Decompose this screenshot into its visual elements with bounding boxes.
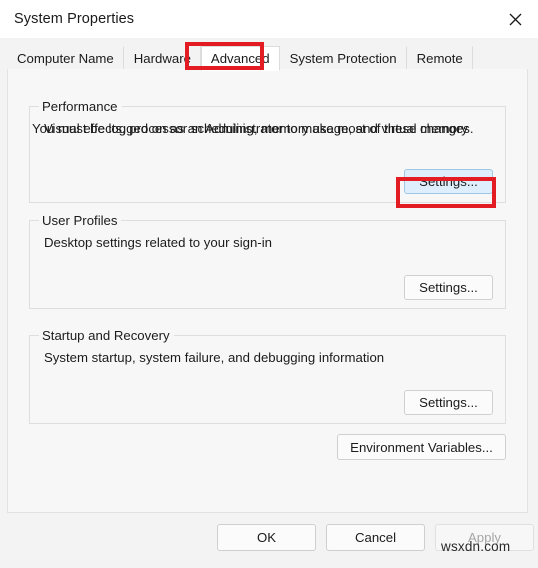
tab-hardware[interactable]: Hardware xyxy=(124,46,201,70)
tab-system-protection[interactable]: System Protection xyxy=(280,46,407,70)
cancel-button[interactable]: Cancel xyxy=(326,524,425,551)
user-profiles-group-label: User Profiles xyxy=(39,213,122,228)
user-profiles-description: Desktop settings related to your sign-in xyxy=(44,235,272,250)
advanced-tab-panel: You must be logged on as an Administrato… xyxy=(7,69,528,513)
user-profiles-group: User Profiles Desktop settings related t… xyxy=(29,213,506,309)
tab-label: Remote xyxy=(416,51,463,66)
tab-strip: Computer Name Hardware Advanced System P… xyxy=(7,46,528,71)
system-properties-dialog: System Properties Computer Name Hardware… xyxy=(0,0,538,568)
performance-group-label: Performance xyxy=(39,99,122,114)
user-profiles-settings-button[interactable]: Settings... xyxy=(404,275,493,300)
title-bar: System Properties xyxy=(0,0,538,38)
watermark: wsxdn.com xyxy=(441,539,511,554)
tab-computer-name[interactable]: Computer Name xyxy=(7,46,124,70)
tab-label: System Protection xyxy=(289,51,397,66)
performance-settings-button[interactable]: Settings... xyxy=(404,169,493,194)
window-title: System Properties xyxy=(14,11,135,27)
dialog-body: Computer Name Hardware Advanced System P… xyxy=(0,38,538,568)
environment-variables-button[interactable]: Environment Variables... xyxy=(337,434,506,460)
startup-recovery-group-label: Startup and Recovery xyxy=(39,328,174,343)
performance-group: Performance Visual effects, processor sc… xyxy=(29,99,506,203)
tab-label: Advanced xyxy=(210,51,270,66)
tab-label: Computer Name xyxy=(17,51,114,66)
startup-recovery-description: System startup, system failure, and debu… xyxy=(44,350,385,365)
startup-recovery-group: Startup and Recovery System startup, sys… xyxy=(29,328,506,424)
ok-button[interactable]: OK xyxy=(217,524,316,551)
close-icon[interactable] xyxy=(492,0,538,38)
performance-description: Visual effects, processor scheduling, me… xyxy=(44,121,468,136)
tab-advanced[interactable]: Advanced xyxy=(200,46,280,71)
tab-remote[interactable]: Remote xyxy=(407,46,473,70)
tab-label: Hardware xyxy=(133,51,191,66)
startup-recovery-settings-button[interactable]: Settings... xyxy=(404,390,493,415)
